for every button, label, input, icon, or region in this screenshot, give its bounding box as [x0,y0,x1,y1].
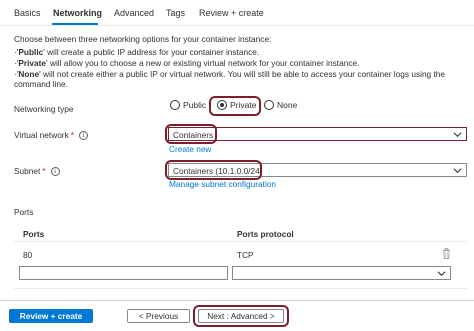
highlight-next-button [193,305,289,327]
footer-divider [0,300,474,301]
subnet-label: Subnet * i [14,166,60,176]
table-bottom-divider [14,288,467,289]
previous-button[interactable]: < Previous [127,309,190,323]
description-intro: Choose between three networking options … [14,34,272,44]
highlight-virtual-network [165,124,217,144]
chevron-down-icon [437,271,446,277]
chevron-down-icon [453,132,462,138]
ports-column-header: Ports [23,229,45,239]
radio-none-circle[interactable] [264,100,274,110]
virtual-network-label: Virtual network * i [14,130,88,140]
ports-protocol-column-header: Ports protocol [237,229,294,239]
table-header-divider [14,241,467,242]
radio-public-circle[interactable] [170,100,180,110]
radio-public-label: Public [183,100,207,110]
description-bullet-public: ·'Public' will create a public IP addres… [14,47,260,57]
networking-type-label: Networking type [14,104,74,114]
new-port-input[interactable] [19,266,228,280]
tab-basics[interactable]: Basics [14,8,41,18]
trash-icon[interactable] [442,248,451,259]
highlight-private-option [209,96,261,116]
create-new-link[interactable]: Create new [169,144,211,154]
review-create-button[interactable]: Review + create [9,309,93,323]
tab-review-create[interactable]: Review + create [199,8,264,18]
tab-tags[interactable]: Tags [166,8,185,18]
manage-subnet-link[interactable]: Manage subnet configuration [169,179,276,189]
description-bullet-none: ·'None' will not create either a public … [14,69,446,89]
tab-advanced[interactable]: Advanced [114,8,154,18]
protocol-value: TCP [237,250,254,260]
radio-none-label: None [277,100,298,110]
port-value: 80 [23,250,33,260]
ports-section-label: Ports [14,207,34,217]
radio-none[interactable]: None [264,100,297,110]
radio-public[interactable]: Public [170,100,206,110]
tabs-divider [0,25,474,26]
tab-networking[interactable]: Networking [53,8,102,18]
new-protocol-select[interactable] [232,266,451,280]
chevron-down-icon [453,168,462,174]
info-icon[interactable]: i [78,130,88,140]
highlight-subnet [165,160,262,180]
description-bullet-private: ·'Private' will allow you to choose a ne… [14,58,360,68]
info-icon[interactable]: i [50,166,60,176]
